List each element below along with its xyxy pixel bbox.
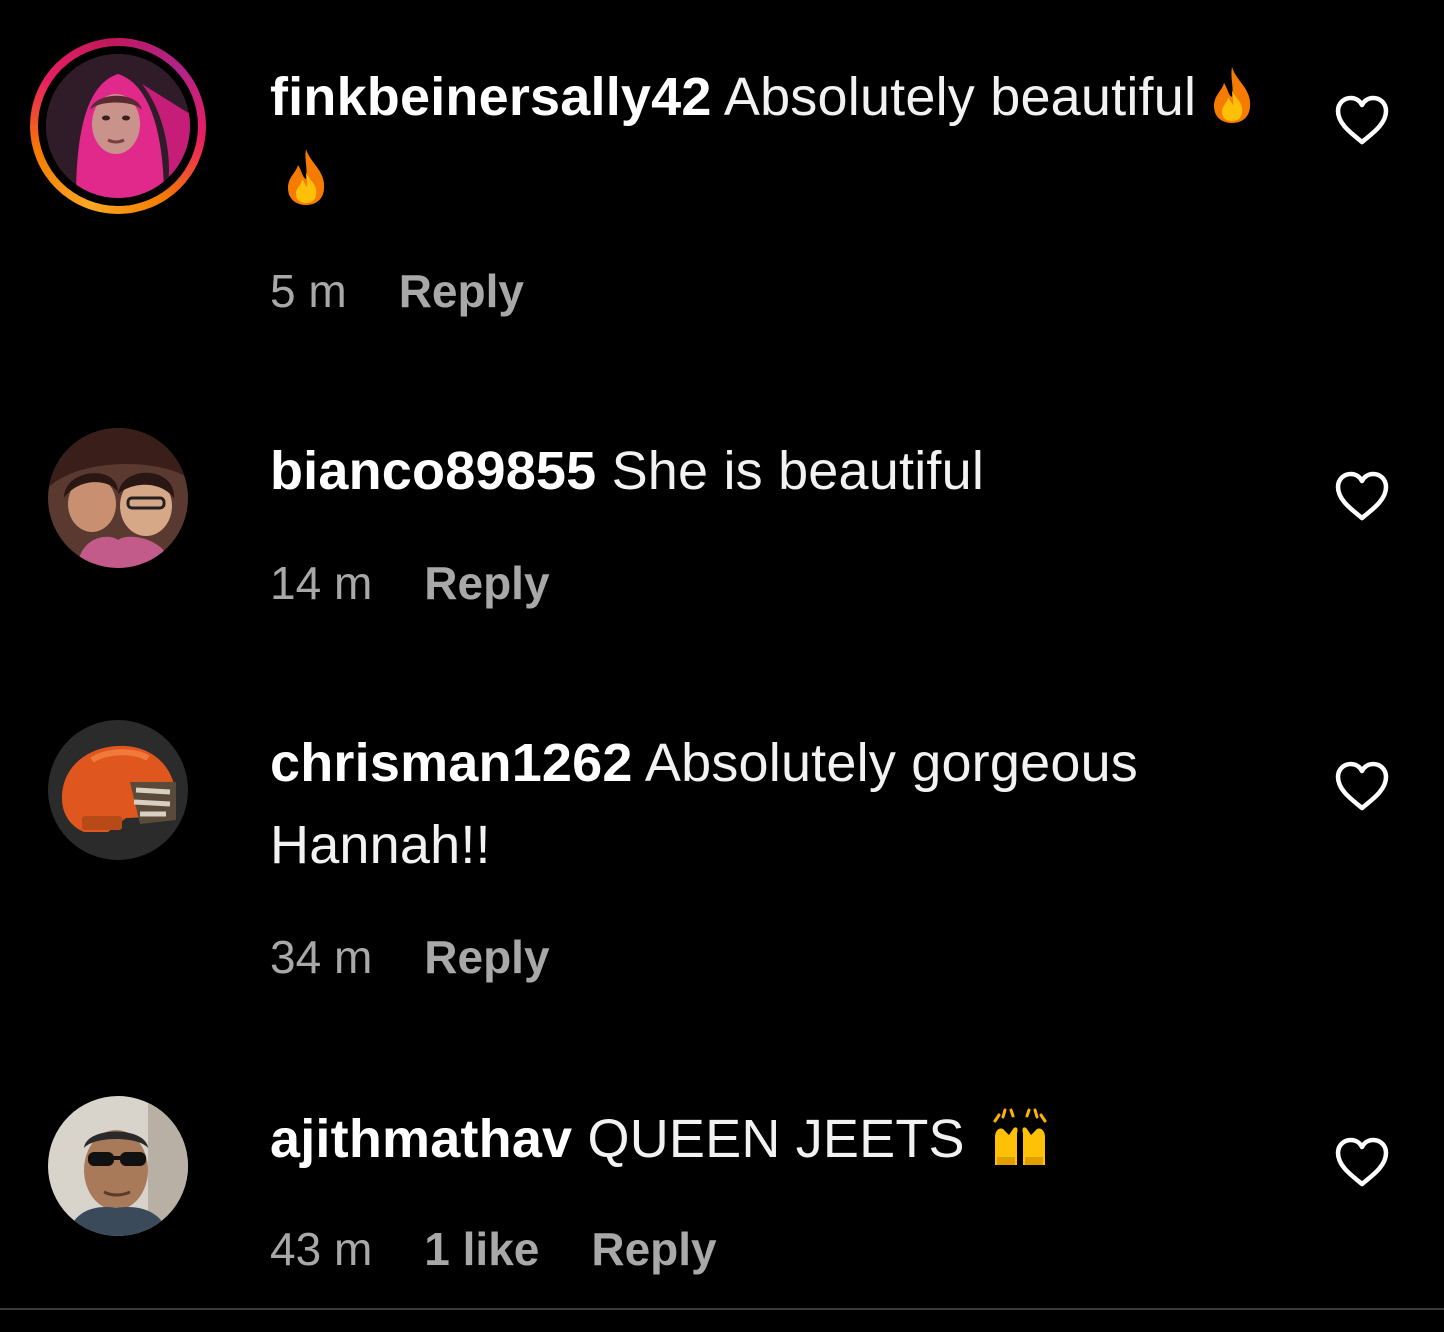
comment-text: She is beautiful: [611, 441, 985, 501]
avatar-wrapper[interactable]: [48, 720, 188, 860]
comment-time: 14 m: [270, 557, 373, 609]
avatar-wrapper[interactable]: [48, 428, 188, 568]
comment-text: Absolutely beautiful: [723, 67, 1197, 127]
comment-meta: 43 m 1 like Reply: [270, 1222, 769, 1276]
comment-username[interactable]: ajithmathav: [270, 1109, 572, 1169]
heart-outline-icon[interactable]: [1334, 760, 1390, 812]
comment-username[interactable]: finkbeinersally42: [270, 67, 712, 127]
story-ring-avatar[interactable]: [30, 38, 206, 214]
like-count[interactable]: 1 like: [424, 1222, 539, 1276]
comment-time: 34 m: [270, 931, 373, 983]
comment-meta: 14 m Reply: [270, 556, 602, 610]
avatar: [48, 1096, 188, 1236]
comment-body: chrisman1262 Absolutely gorgeous Hannah!…: [270, 722, 1260, 886]
heart-outline-icon[interactable]: [1334, 470, 1390, 522]
comment-username[interactable]: chrisman1262: [270, 733, 633, 793]
avatar: [46, 54, 190, 198]
comment-body: finkbeinersally42 Absolutely beautiful: [270, 56, 1260, 220]
heart-outline-icon[interactable]: [1334, 1136, 1390, 1188]
comment-time: 5 m: [270, 265, 347, 317]
comment-username[interactable]: bianco89855: [270, 441, 596, 501]
avatar-wrapper[interactable]: [48, 1096, 188, 1236]
heart-outline-icon[interactable]: [1334, 94, 1390, 146]
fire-emoji-icon: [1206, 65, 1258, 125]
comment-body: bianco89855 She is beautiful: [270, 430, 1260, 512]
avatar: [48, 428, 188, 568]
comment-time: 43 m: [270, 1223, 373, 1275]
fire-emoji-icon: [280, 147, 332, 207]
comment-body: ajithmathav QUEEN JEETS: [270, 1098, 1260, 1180]
divider: [0, 1308, 1444, 1310]
reply-button[interactable]: Reply: [424, 930, 549, 984]
raising-hands-emoji-icon: [989, 1107, 1051, 1167]
reply-button[interactable]: Reply: [424, 556, 549, 610]
reply-button[interactable]: Reply: [399, 264, 524, 318]
comment-meta: 34 m Reply: [270, 930, 602, 984]
comment-meta: 5 m Reply: [270, 264, 576, 318]
avatar: [48, 720, 188, 860]
reply-button[interactable]: Reply: [591, 1222, 716, 1276]
comment-text: QUEEN JEETS: [587, 1109, 965, 1169]
